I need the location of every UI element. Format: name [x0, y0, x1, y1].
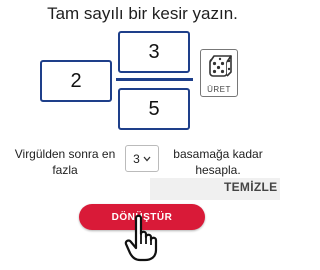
- precision-label-left: Virgülden sonra en fazla: [14, 147, 116, 177]
- dice-icon: [209, 55, 232, 77]
- fraction-bar: [116, 78, 193, 81]
- hand-cursor-icon: [124, 214, 158, 262]
- denominator-value: 5: [148, 97, 160, 120]
- generate-button[interactable]: ÜRET: [200, 49, 238, 97]
- numerator-input[interactable]: 3: [118, 31, 190, 73]
- generate-button-label: ÜRET: [207, 85, 231, 94]
- chevron-down-icon: [143, 156, 151, 161]
- precision-selected-value: 3: [133, 151, 140, 166]
- page-title: Tam sayılı bir kesir yazın.: [47, 4, 238, 23]
- precision-label-right: basamağa kadar hesapla.: [173, 147, 263, 177]
- whole-number-input[interactable]: 2: [40, 60, 112, 102]
- whole-number-value: 2: [70, 69, 82, 92]
- clear-button[interactable]: TEMİZLE: [224, 180, 277, 194]
- denominator-input[interactable]: 5: [118, 88, 190, 130]
- numerator-value: 3: [148, 40, 160, 63]
- precision-select[interactable]: 3: [125, 145, 159, 172]
